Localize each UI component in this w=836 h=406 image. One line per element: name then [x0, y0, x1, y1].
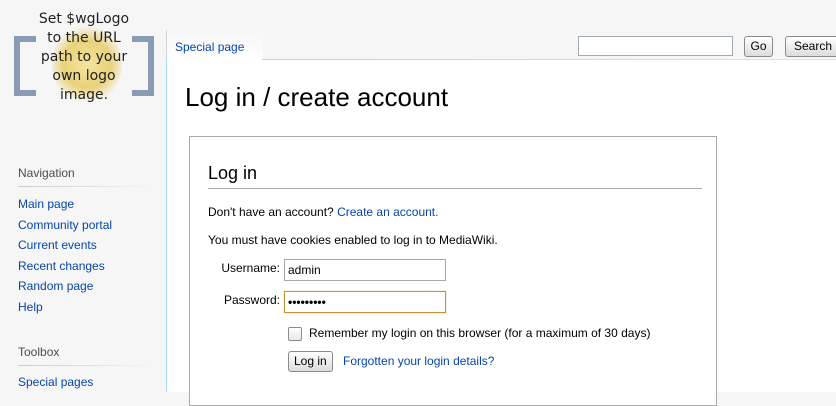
sidebar-item-special-pages[interactable]: Special pages: [18, 372, 93, 393]
login-heading-divider: [208, 188, 702, 189]
sidebar-item-recent-changes[interactable]: Recent changes: [18, 256, 112, 277]
password-mask: •••••••••: [288, 295, 326, 309]
navigation-heading: Navigation: [18, 166, 75, 180]
no-account-paragraph: Don't have an account? Create an account…: [208, 205, 438, 219]
toolbox-list: Special pages: [18, 372, 93, 393]
logo-text-line: image.: [59, 87, 109, 103]
sidebar-item-help[interactable]: Help: [18, 297, 112, 318]
remember-checkbox[interactable]: [288, 327, 302, 341]
navigation-list: Main page Community portal Current event…: [18, 194, 112, 317]
login-form: Log in Don't have an account? Create an …: [189, 136, 717, 406]
logo-text-line: path to your: [40, 49, 128, 65]
toolbox-divider: [18, 365, 160, 366]
username-field[interactable]: admin: [284, 259, 446, 281]
content-area: Log in / create account Log in Don't hav…: [166, 60, 836, 406]
username-label: Username:: [221, 261, 280, 275]
sidebar-link[interactable]: Main page: [18, 197, 74, 211]
toolbox-heading: Toolbox: [18, 345, 60, 359]
remember-label: Remember my login on this browser (for a…: [309, 326, 651, 340]
search-button[interactable]: Search: [785, 36, 836, 57]
sidebar-link[interactable]: Current events: [18, 238, 97, 252]
page-title: Log in / create account: [185, 82, 449, 112]
sidebar-item-random-page[interactable]: Random page: [18, 276, 112, 297]
no-account-text: Don't have an account?: [208, 205, 334, 219]
navigation-divider: [18, 186, 160, 187]
sidebar-item-current-events[interactable]: Current events: [18, 235, 112, 256]
sidebar-link[interactable]: Recent changes: [18, 259, 105, 273]
logo-placeholder-text: Set $wgLogo to the URL path to your own …: [8, 10, 160, 105]
password-field[interactable]: •••••••••: [284, 291, 446, 313]
site-logo[interactable]: Set $wgLogo to the URL path to your own …: [8, 11, 160, 114]
go-button[interactable]: Go: [744, 36, 773, 57]
sidebar-item-community-portal[interactable]: Community portal: [18, 215, 112, 236]
login-heading: Log in: [208, 163, 258, 183]
login-button[interactable]: Log in: [288, 351, 333, 372]
create-account-link[interactable]: Create an account.: [337, 205, 438, 219]
sidebar-link[interactable]: Help: [18, 300, 43, 314]
sidebar-link[interactable]: Community portal: [18, 218, 112, 232]
sidebar-link[interactable]: Special pages: [18, 375, 93, 389]
logo-text-line: own logo: [52, 68, 116, 84]
search-input[interactable]: [578, 36, 733, 56]
sidebar-link[interactable]: Random page: [18, 279, 93, 293]
forgot-details-link[interactable]: Forgotten your login details?: [343, 354, 494, 368]
password-label: Password:: [223, 293, 280, 307]
tab-special-page[interactable]: Special page: [166, 30, 263, 60]
tab-label: Special page: [175, 40, 245, 54]
logo-text-line: to the URL: [47, 30, 121, 46]
logo-text-line: Set $wgLogo: [38, 11, 130, 27]
cookies-notice: You must have cookies enabled to log in …: [208, 233, 498, 247]
sidebar-item-main-page[interactable]: Main page: [18, 194, 112, 215]
